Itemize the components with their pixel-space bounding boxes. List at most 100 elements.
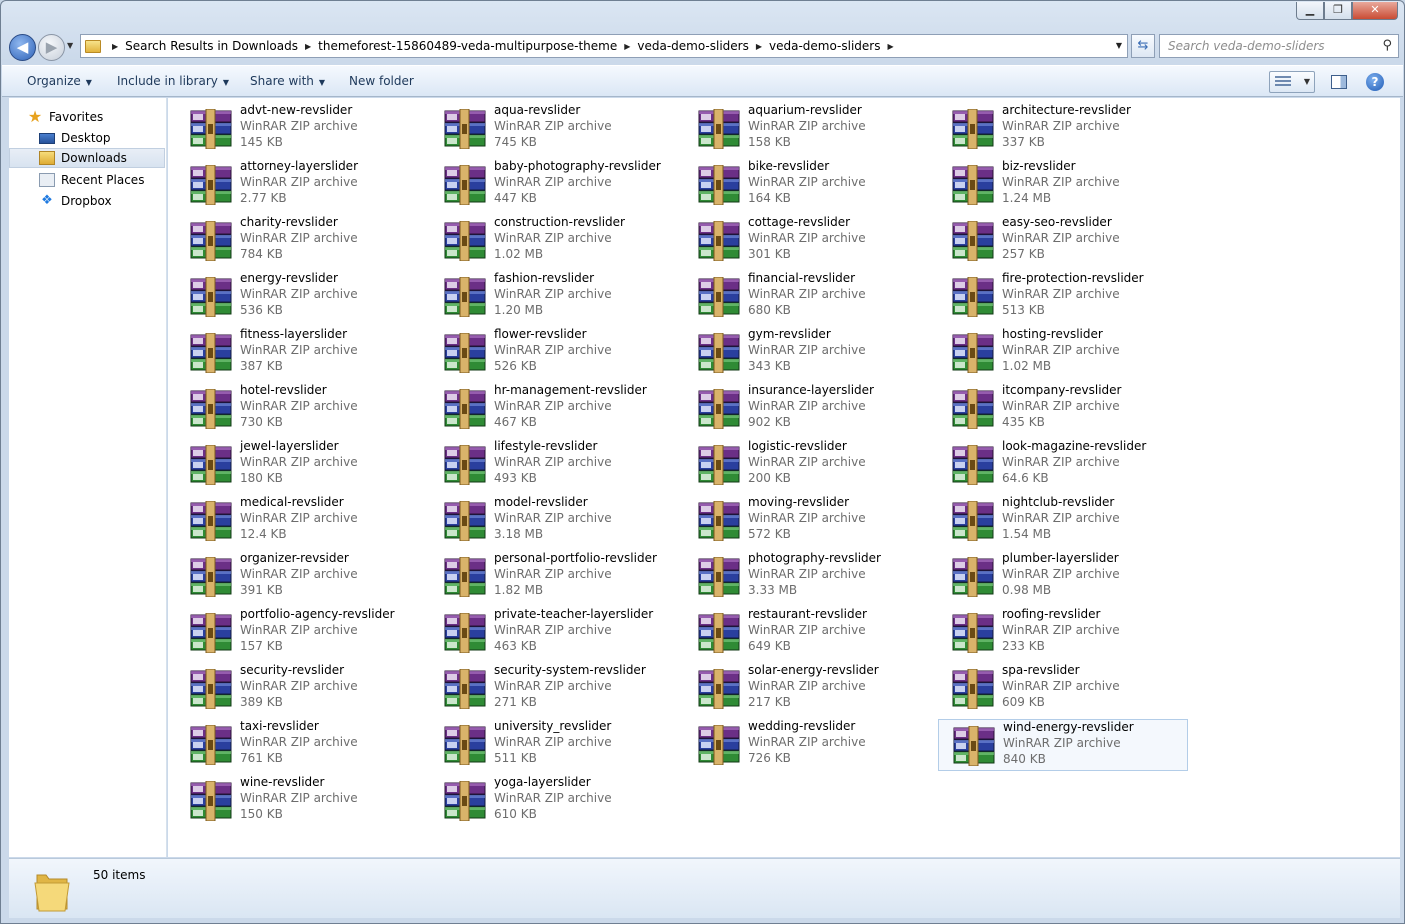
organize-menu[interactable]: Organize ▼ (27, 74, 92, 88)
file-item[interactable]: jewel-layerslider WinRAR ZIP archive 180 K… (176, 439, 426, 491)
search-placeholder: Search veda-demo-sliders (1168, 39, 1325, 53)
search-input[interactable]: Search veda-demo-sliders ⚲ (1159, 34, 1399, 58)
file-item[interactable]: security-system-revslider WinRAR ZIP arch… (430, 663, 680, 715)
file-item[interactable]: model-revslider WinRAR ZIP archive 3.18 MB (430, 495, 680, 547)
share-with-menu[interactable]: Share with ▼ (250, 74, 325, 88)
file-item[interactable]: private-teacher-layerslider WinRAR ZIP ar… (430, 607, 680, 659)
file-item[interactable]: moving-revslider WinRAR ZIP archive 572 KB (684, 495, 934, 547)
sidebar-item-downloads[interactable]: Downloads (9, 148, 165, 168)
file-item[interactable]: spa-revslider WinRAR ZIP archive 609 KB (938, 663, 1188, 715)
forward-button[interactable]: ▶ (38, 34, 65, 61)
file-item[interactable]: baby-photography-revslider WinRAR ZIP arc… (430, 159, 680, 211)
close-button[interactable]: ✕ (1352, 2, 1398, 20)
include-in-library-menu[interactable]: Include in library ▼ (117, 74, 229, 88)
breadcrumb-theme-folder[interactable]: themeforest-15860489-veda-multipurpose-t… (318, 39, 617, 53)
sidebar-item-label: Recent Places (61, 173, 145, 187)
file-item[interactable]: gym-revslider WinRAR ZIP archive 343 KB (684, 327, 934, 379)
file-item[interactable]: fitness-layerslider WinRAR ZIP archive 387… (176, 327, 426, 379)
file-item[interactable]: itcompany-revslider WinRAR ZIP archive 435… (938, 383, 1188, 435)
sidebar-item-desktop[interactable]: Desktop (9, 128, 165, 148)
maximize-button[interactable]: ❐ (1324, 2, 1352, 20)
file-size: 150 KB (240, 807, 283, 821)
file-item[interactable]: nightclub-revslider WinRAR ZIP archive 1.5… (938, 495, 1188, 547)
file-item[interactable]: aquarium-revslider WinRAR ZIP archive 158 … (684, 103, 934, 155)
breadcrumb-demo-sliders[interactable]: veda-demo-sliders (637, 39, 748, 53)
file-item[interactable]: yoga-layerslider WinRAR ZIP archive 610 KB (430, 775, 680, 827)
file-item[interactable]: photography-revslider WinRAR ZIP archive 3… (684, 551, 934, 603)
file-item[interactable]: lifestyle-revslider WinRAR ZIP archive 493… (430, 439, 680, 491)
file-item[interactable]: construction-revslider WinRAR ZIP archive… (430, 215, 680, 267)
file-item[interactable]: university_revslider WinRAR ZIP archive 51… (430, 719, 680, 771)
file-item[interactable]: charity-revslider WinRAR ZIP archive 784 K… (176, 215, 426, 267)
chevron-down-icon[interactable]: ▼ (1304, 77, 1310, 86)
file-item[interactable]: portfolio-agency-revslider WinRAR ZIP arc… (176, 607, 426, 659)
new-folder-button[interactable]: New folder (349, 74, 414, 88)
preview-pane-button[interactable] (1331, 75, 1347, 89)
file-item[interactable]: organizer-revsider WinRAR ZIP archive 391 … (176, 551, 426, 603)
file-item[interactable]: taxi-revslider WinRAR ZIP archive 761 KB (176, 719, 426, 771)
help-button[interactable]: ? (1366, 73, 1384, 91)
command-bar: Organize ▼ Include in library ▼ Share with… (2, 65, 1403, 97)
minimize-button[interactable]: ▁ (1296, 2, 1324, 20)
file-item[interactable]: logistic-revslider WinRAR ZIP archive 200 … (684, 439, 934, 491)
file-item[interactable]: architecture-revslider WinRAR ZIP archive… (938, 103, 1188, 155)
file-name: insurance-layerslider (748, 383, 874, 397)
winrar-archive-icon (190, 333, 232, 373)
file-item[interactable]: fire-protection-revslider WinRAR ZIP arch… (938, 271, 1188, 323)
change-view-button[interactable]: ▼ (1269, 71, 1315, 93)
address-dropdown-icon[interactable]: ▼ (1116, 41, 1122, 50)
winrar-archive-icon (190, 725, 232, 765)
address-bar[interactable]: ▶ Search Results in Downloads ▶ themefor… (80, 34, 1128, 58)
file-item[interactable]: medical-revslider WinRAR ZIP archive 12.4 … (176, 495, 426, 547)
winrar-archive-icon (698, 501, 740, 541)
search-icon[interactable]: ⚲ (1382, 35, 1392, 57)
file-size: 572 KB (748, 527, 791, 541)
file-item[interactable]: solar-energy-revslider WinRAR ZIP archive… (684, 663, 934, 715)
chevron-right-icon[interactable]: ▶ (888, 42, 894, 51)
refresh-button[interactable]: ⇆ (1131, 34, 1155, 58)
breadcrumb-demo-sliders-current[interactable]: veda-demo-sliders (769, 39, 880, 53)
sidebar-item-favorites[interactable]: ★ Favorites (27, 107, 157, 127)
winrar-archive-icon (952, 501, 994, 541)
file-type: WinRAR ZIP archive (494, 287, 612, 301)
file-name: personal-portfolio-revslider (494, 551, 657, 565)
file-item[interactable]: aqua-revslider WinRAR ZIP archive 745 KB (430, 103, 680, 155)
file-item[interactable]: flower-revslider WinRAR ZIP archive 526 KB (430, 327, 680, 379)
sidebar-item-dropbox[interactable]: ❖ Dropbox (9, 191, 165, 211)
file-item[interactable]: roofing-revslider WinRAR ZIP archive 233 K… (938, 607, 1188, 659)
back-button[interactable]: ◀ (9, 34, 36, 61)
file-item[interactable]: security-revslider WinRAR ZIP archive 389 … (176, 663, 426, 715)
chevron-right-icon[interactable]: ▶ (624, 42, 630, 51)
chevron-right-icon[interactable]: ▶ (305, 42, 311, 51)
file-item[interactable]: wind-energy-revslider WinRAR ZIP archive 8… (938, 719, 1188, 771)
file-name: plumber-layerslider (1002, 551, 1119, 565)
file-item[interactable]: financial-revslider WinRAR ZIP archive 680… (684, 271, 934, 323)
chevron-right-icon[interactable]: ▶ (756, 42, 762, 51)
file-item[interactable]: restaurant-revslider WinRAR ZIP archive 64… (684, 607, 934, 659)
winrar-archive-icon (698, 613, 740, 653)
file-item[interactable]: hr-management-revslider WinRAR ZIP archiv… (430, 383, 680, 435)
chevron-right-icon[interactable]: ▶ (112, 42, 118, 51)
file-item[interactable]: wedding-revslider WinRAR ZIP archive 726 K… (684, 719, 934, 771)
file-type: WinRAR ZIP archive (1002, 679, 1120, 693)
file-item[interactable]: biz-revslider WinRAR ZIP archive 1.24 MB (938, 159, 1188, 211)
file-item[interactable]: hosting-revslider WinRAR ZIP archive 1.02 … (938, 327, 1188, 379)
recent-pages-dropdown[interactable]: ▼ (67, 41, 73, 50)
file-item[interactable]: cottage-revslider WinRAR ZIP archive 301 K… (684, 215, 934, 267)
file-item[interactable]: advt-new-revslider WinRAR ZIP archive 145 … (176, 103, 426, 155)
file-name: moving-revslider (748, 495, 850, 509)
file-item[interactable]: look-magazine-revslider WinRAR ZIP archiv… (938, 439, 1188, 491)
file-item[interactable]: plumber-layerslider WinRAR ZIP archive 0.9… (938, 551, 1188, 603)
file-item[interactable]: energy-revslider WinRAR ZIP archive 536 KB (176, 271, 426, 323)
file-item[interactable]: wine-revslider WinRAR ZIP archive 150 KB (176, 775, 426, 827)
file-type: WinRAR ZIP archive (748, 455, 866, 469)
file-item[interactable]: bike-revslider WinRAR ZIP archive 164 KB (684, 159, 934, 211)
file-item[interactable]: attorney-layerslider WinRAR ZIP archive 2.… (176, 159, 426, 211)
file-item[interactable]: fashion-revslider WinRAR ZIP archive 1.20 … (430, 271, 680, 323)
file-item[interactable]: personal-portfolio-revslider WinRAR ZIP a… (430, 551, 680, 603)
file-item[interactable]: hotel-revslider WinRAR ZIP archive 730 KB (176, 383, 426, 435)
file-item[interactable]: insurance-layerslider WinRAR ZIP archive 9… (684, 383, 934, 435)
breadcrumb-search-results[interactable]: Search Results in Downloads (125, 39, 298, 53)
sidebar-item-recent-places[interactable]: Recent Places (9, 170, 165, 190)
file-item[interactable]: easy-seo-revslider WinRAR ZIP archive 257 … (938, 215, 1188, 267)
